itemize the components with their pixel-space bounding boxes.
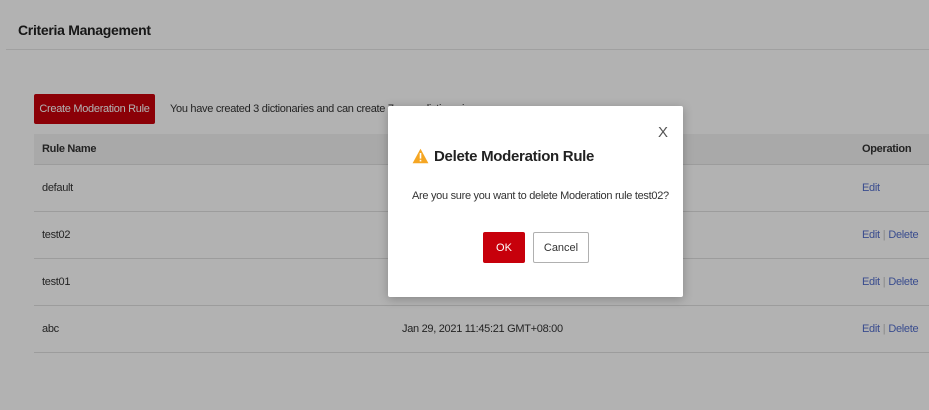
delete-moderation-rule-dialog: X Delete Moderation Rule Are you sure yo…: [388, 106, 683, 297]
dialog-title: Delete Moderation Rule: [434, 148, 595, 165]
warning-icon: [412, 148, 429, 164]
cancel-button[interactable]: Cancel: [533, 232, 589, 263]
dialog-message: Are you sure you want to delete Moderati…: [412, 190, 669, 202]
ok-button[interactable]: OK: [483, 232, 525, 263]
close-icon[interactable]: X: [658, 125, 668, 140]
